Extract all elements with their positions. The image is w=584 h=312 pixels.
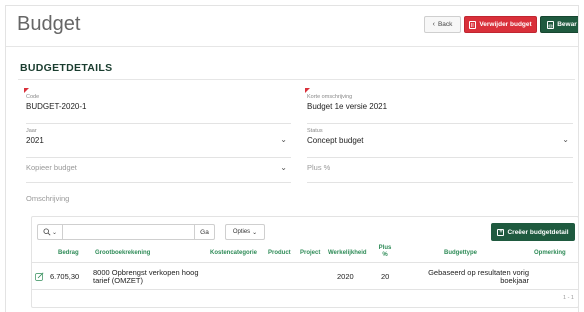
save-icon [547, 20, 555, 29]
back-label: Back [437, 21, 453, 28]
save-button[interactable]: Bewar [540, 16, 578, 33]
table-row[interactable]: 6.705,30 8000 Opbrengst verkopen hoog ta… [32, 263, 578, 290]
short-description-label: Korte omschrijving [307, 94, 353, 100]
column-header-opmerking[interactable]: Opmerking [534, 250, 566, 257]
cell-budgettype: Gebaseerd op resultaten vorig boekjaar [428, 268, 529, 285]
trash-icon [469, 20, 477, 29]
year-select[interactable]: Jaar 2021 ⌄ [26, 128, 291, 158]
chevron-down-icon: ⌄ [51, 229, 58, 236]
delete-budget-button[interactable]: Verwijder budget [464, 16, 537, 33]
required-marker [24, 88, 29, 93]
chevron-down-icon: ⌄ [280, 163, 287, 172]
column-header-bedrag[interactable]: Bedrag [58, 250, 79, 257]
chevron-left-icon: ‹ [432, 21, 435, 28]
required-marker [305, 88, 310, 93]
cell-plus: 20 [381, 272, 390, 281]
column-header-grootboekrekening[interactable]: Grootboekrekening [95, 250, 150, 257]
header-divider [6, 46, 578, 47]
status-label: Status [307, 128, 323, 134]
column-header-werkelijkheid[interactable]: Werkelijkheid [328, 250, 367, 257]
description-field[interactable]: Omschrijving [26, 190, 573, 212]
status-value: Concept budget [307, 136, 364, 145]
create-budget-detail-button[interactable]: + Creëer budgetdetail [491, 223, 575, 241]
column-header-plus[interactable]: Plus % [377, 245, 393, 259]
status-select[interactable]: Status Concept budget ⌄ [307, 128, 573, 158]
year-label: Jaar [26, 128, 37, 134]
column-header-project[interactable]: Project [300, 250, 320, 257]
column-header-product[interactable]: Product [268, 250, 291, 257]
code-label: Code [26, 94, 40, 100]
top-bar: Budget ‹ Back Verwijder budget Bewar [6, 6, 578, 44]
budget-details-panel: ⌄ Ga Opties ⌄ + Creëer budgetdetail Bedr… [31, 216, 578, 308]
search-dropdown[interactable]: ⌄ [38, 225, 63, 239]
options-button[interactable]: Opties ⌄ [225, 224, 265, 240]
copy-budget-placeholder: Kopieer budget [26, 163, 77, 172]
copy-budget-select[interactable]: Kopieer budget ⌄ [26, 159, 291, 183]
budget-page: Budget ‹ Back Verwijder budget Bewar BUD… [5, 5, 579, 312]
short-description-value: Budget 1e versie 2021 [307, 102, 388, 111]
plus-icon: + [497, 228, 505, 236]
pagination-info: 1 - 1 [562, 295, 574, 301]
column-header-budgettype[interactable]: Budgettype [444, 250, 477, 257]
code-field[interactable]: Code BUDGET-2020-1 [24, 88, 291, 124]
description-placeholder: Omschrijving [26, 194, 70, 203]
chevron-down-icon: ⌄ [562, 135, 569, 144]
go-button[interactable]: Ga [194, 225, 214, 239]
year-value: 2021 [26, 136, 44, 145]
edit-icon[interactable] [35, 272, 44, 281]
section-title: BUDGETDETAILS [20, 62, 113, 74]
cell-bedrag: 6.705,30 [50, 272, 80, 281]
table-header: Bedrag Grootboekrekening Kostencategorie… [32, 245, 578, 263]
create-label: Creëer budgetdetail [507, 228, 569, 236]
options-label: Opties [232, 229, 251, 235]
save-label: Bewar [557, 21, 577, 28]
search-input[interactable] [65, 226, 193, 238]
page-title: Budget [17, 13, 81, 35]
plus-percent-placeholder: Plus % [307, 163, 331, 172]
back-button[interactable]: ‹ Back [424, 16, 461, 33]
chevron-down-icon: ⌄ [252, 229, 258, 236]
search-icon [43, 228, 51, 236]
search-bar: ⌄ Ga [37, 224, 215, 240]
cell-werkelijkheid: 2020 [337, 272, 354, 281]
short-description-field[interactable]: Korte omschrijving Budget 1e versie 2021 [305, 88, 573, 124]
delete-label: Verwijder budget [479, 21, 532, 28]
plus-percent-field[interactable]: Plus % [307, 159, 573, 183]
cell-grootboekrekening: 8000 Opbrengst verkopen hoog tarief (OMZ… [93, 268, 199, 285]
column-header-kostencategorie[interactable]: Kostencategorie [210, 250, 257, 257]
section-divider [18, 79, 575, 80]
code-value: BUDGET-2020-1 [26, 102, 87, 111]
chevron-down-icon: ⌄ [280, 135, 287, 144]
